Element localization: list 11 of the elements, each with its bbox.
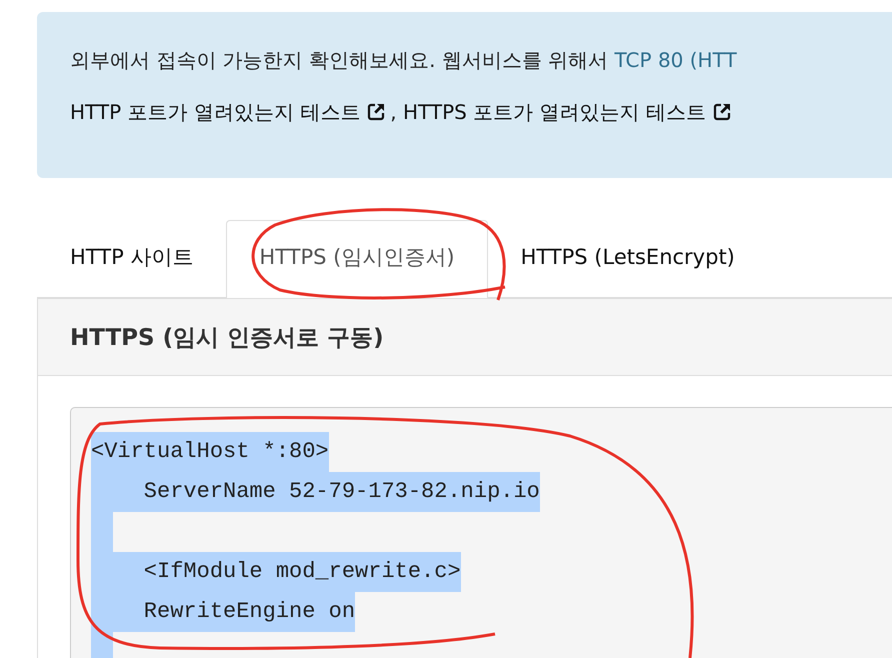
external-link-icon <box>366 102 386 122</box>
panel-title: HTTPS (임시 인증서로 구동) <box>70 324 384 352</box>
tab[interactable]: HTTPS (임시인증서) <box>226 220 488 298</box>
tab[interactable]: HTTPS (LetsEncrypt) <box>488 220 768 298</box>
notice-text: 외부에서 접속이 가능한지 확인해보세요. 웹서비스를 위해서 <box>70 47 610 74</box>
port-test-link[interactable]: HTTP 포트가 열려있는지 테스트 <box>70 86 360 138</box>
port-link[interactable]: TCP 80 (HTT <box>614 34 737 86</box>
external-link-icon <box>712 102 732 122</box>
tab[interactable]: HTTP 사이트 <box>37 220 226 298</box>
port-test-link[interactable]: HTTPS 포트가 열려있는지 테스트 <box>402 86 706 138</box>
separator-text: , <box>390 99 398 126</box>
